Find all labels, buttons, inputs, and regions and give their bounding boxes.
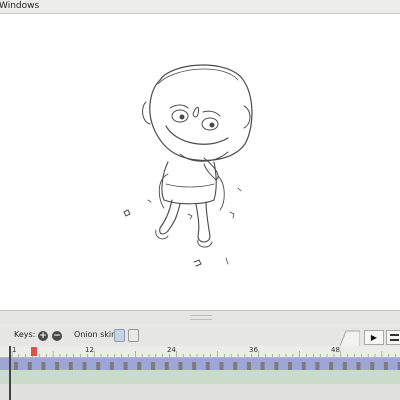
tick-label: 1 bbox=[12, 346, 17, 354]
playhead-marker[interactable] bbox=[31, 347, 37, 356]
panel-tab-icon bbox=[340, 330, 360, 346]
play-button[interactable]: ▶ bbox=[364, 330, 384, 345]
ruler-ticks bbox=[11, 351, 396, 357]
keys-label: Keys: bbox=[14, 330, 36, 339]
menu-windows[interactable]: Windows bbox=[0, 0, 39, 13]
tick-label: 48 bbox=[331, 346, 340, 354]
timeline-cursor[interactable] bbox=[9, 346, 11, 400]
frame-ruler[interactable]: 1 12 24 36 48 bbox=[0, 346, 400, 358]
loop-options-button[interactable] bbox=[386, 330, 400, 345]
option-bar-icon bbox=[390, 339, 399, 341]
add-key-button[interactable]: + bbox=[38, 331, 48, 341]
onion-skin-label: Onion skin: bbox=[74, 330, 119, 339]
keyframe-track[interactable] bbox=[0, 358, 400, 372]
splitter-grip[interactable] bbox=[190, 315, 212, 320]
tick-label: 36 bbox=[249, 346, 258, 354]
layer-track[interactable] bbox=[0, 370, 400, 384]
option-bar-icon bbox=[390, 334, 399, 336]
panel-splitter[interactable] bbox=[0, 311, 400, 325]
sketch-drawing bbox=[123, 64, 253, 267]
drawing-canvas[interactable] bbox=[0, 14, 400, 311]
tick-label: 24 bbox=[167, 346, 176, 354]
remove-key-button[interactable]: − bbox=[52, 331, 62, 341]
timeline-empty-area bbox=[0, 384, 400, 400]
timeline-toolbar: Keys: + − Onion skin: bbox=[0, 326, 400, 346]
tick-label: 12 bbox=[85, 346, 94, 354]
onion-skin-previous-toggle[interactable] bbox=[114, 329, 125, 342]
onion-skin-next-toggle[interactable] bbox=[128, 329, 139, 342]
menu-bar: Windows bbox=[0, 0, 400, 14]
timeline[interactable]: 1 12 24 36 48 bbox=[0, 346, 400, 400]
